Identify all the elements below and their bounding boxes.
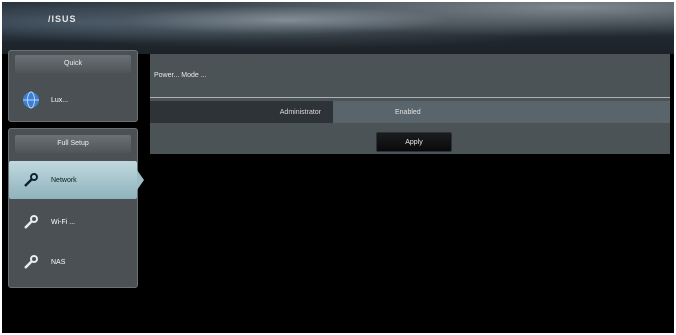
brand-logo: /ISUS bbox=[48, 14, 77, 24]
section-settings-header: Full Setup bbox=[15, 135, 131, 153]
setting-row: Administrator Enabled bbox=[150, 101, 670, 123]
section-quick-header: Quick bbox=[15, 55, 131, 73]
sidebar-item-network[interactable]: Network bbox=[9, 161, 144, 199]
sidebar-item-wifi[interactable]: Wi-Fi ... bbox=[9, 207, 137, 237]
selected-indicator bbox=[137, 170, 144, 190]
setting-label: Administrator bbox=[150, 101, 333, 123]
wrench-icon bbox=[19, 250, 43, 274]
quick-item-label: Lux... bbox=[51, 96, 69, 104]
sidebar-item-label: NAS bbox=[51, 258, 66, 266]
wrench-icon bbox=[19, 210, 43, 234]
sidebar-item-label: Network bbox=[51, 176, 77, 184]
sidebar-item-nas[interactable]: NAS bbox=[9, 247, 137, 277]
quick-item[interactable]: Lux... bbox=[9, 85, 137, 115]
setting-value[interactable]: Enabled bbox=[333, 101, 670, 123]
quick-panel: Quick Lux... bbox=[8, 50, 138, 122]
settings-panel: Full Setup Network Wi-Fi ... NAS bbox=[8, 128, 144, 288]
content-header: Power... Mode ... bbox=[154, 72, 207, 79]
sidebar-item-label: Wi-Fi ... bbox=[51, 218, 76, 226]
globe-icon bbox=[19, 88, 43, 112]
apply-button[interactable]: Apply bbox=[376, 132, 452, 152]
main-content: Power... Mode ... Administrator Enabled … bbox=[150, 54, 670, 154]
content-divider bbox=[150, 97, 670, 98]
wrench-icon bbox=[19, 168, 43, 192]
header-banner: /ISUS bbox=[2, 2, 674, 54]
